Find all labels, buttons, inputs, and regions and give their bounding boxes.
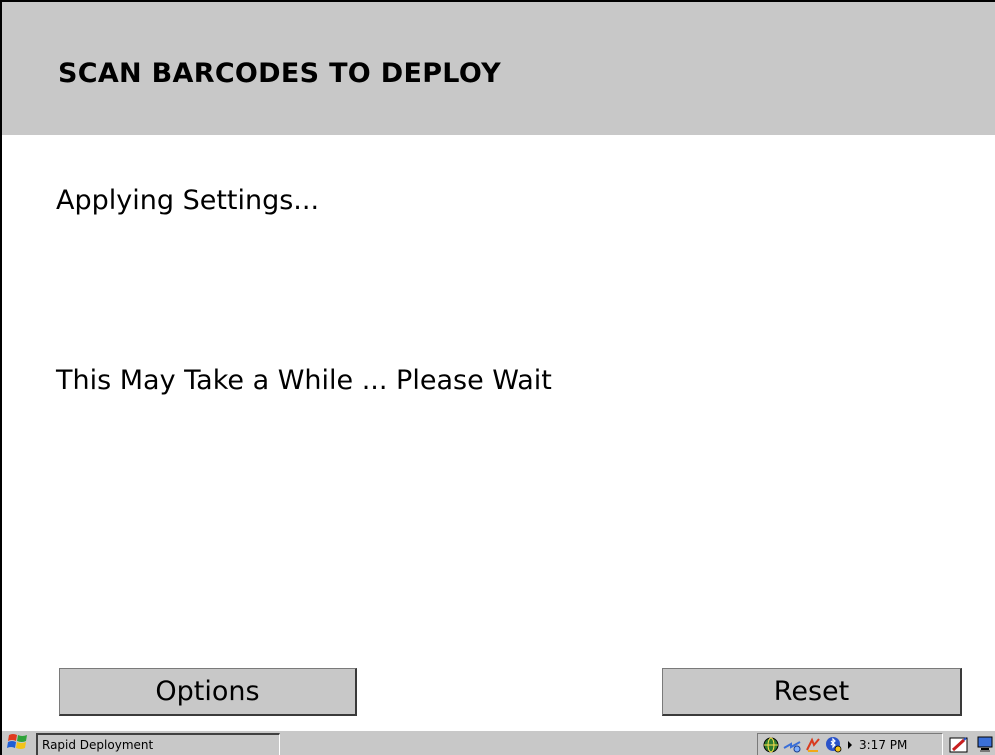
tray-expand-arrow-icon[interactable] — [846, 736, 854, 754]
status-message: Applying Settings... — [56, 185, 320, 216]
system-tray: 3:17 PM — [757, 733, 943, 755]
windows-flag-icon — [7, 732, 29, 755]
header-bar: SCAN BARCODES TO DEPLOY — [2, 2, 995, 135]
clock[interactable]: 3:17 PM — [859, 738, 907, 752]
taskbar: Rapid Deployment 3:17 PM — [2, 729, 995, 755]
start-button[interactable] — [4, 733, 32, 755]
page-title: SCAN BARCODES TO DEPLOY — [58, 58, 501, 89]
options-button[interactable]: Options — [59, 668, 357, 716]
input-panel-icon[interactable] — [949, 735, 969, 755]
display-icon[interactable] — [976, 735, 995, 755]
connectivity-icon[interactable] — [783, 736, 801, 754]
bluetooth-icon[interactable] — [825, 736, 843, 754]
reset-button[interactable]: Reset — [662, 668, 962, 716]
app-window: SCAN BARCODES TO DEPLOY Applying Setting… — [0, 0, 995, 755]
wait-message: This May Take a While ... Please Wait — [56, 365, 552, 396]
battery-power-icon[interactable] — [804, 736, 822, 754]
network-globe-icon[interactable] — [762, 736, 780, 754]
taskbar-item-label: Rapid Deployment — [42, 738, 154, 752]
taskbar-item-rapid-deployment[interactable]: Rapid Deployment — [36, 733, 280, 755]
